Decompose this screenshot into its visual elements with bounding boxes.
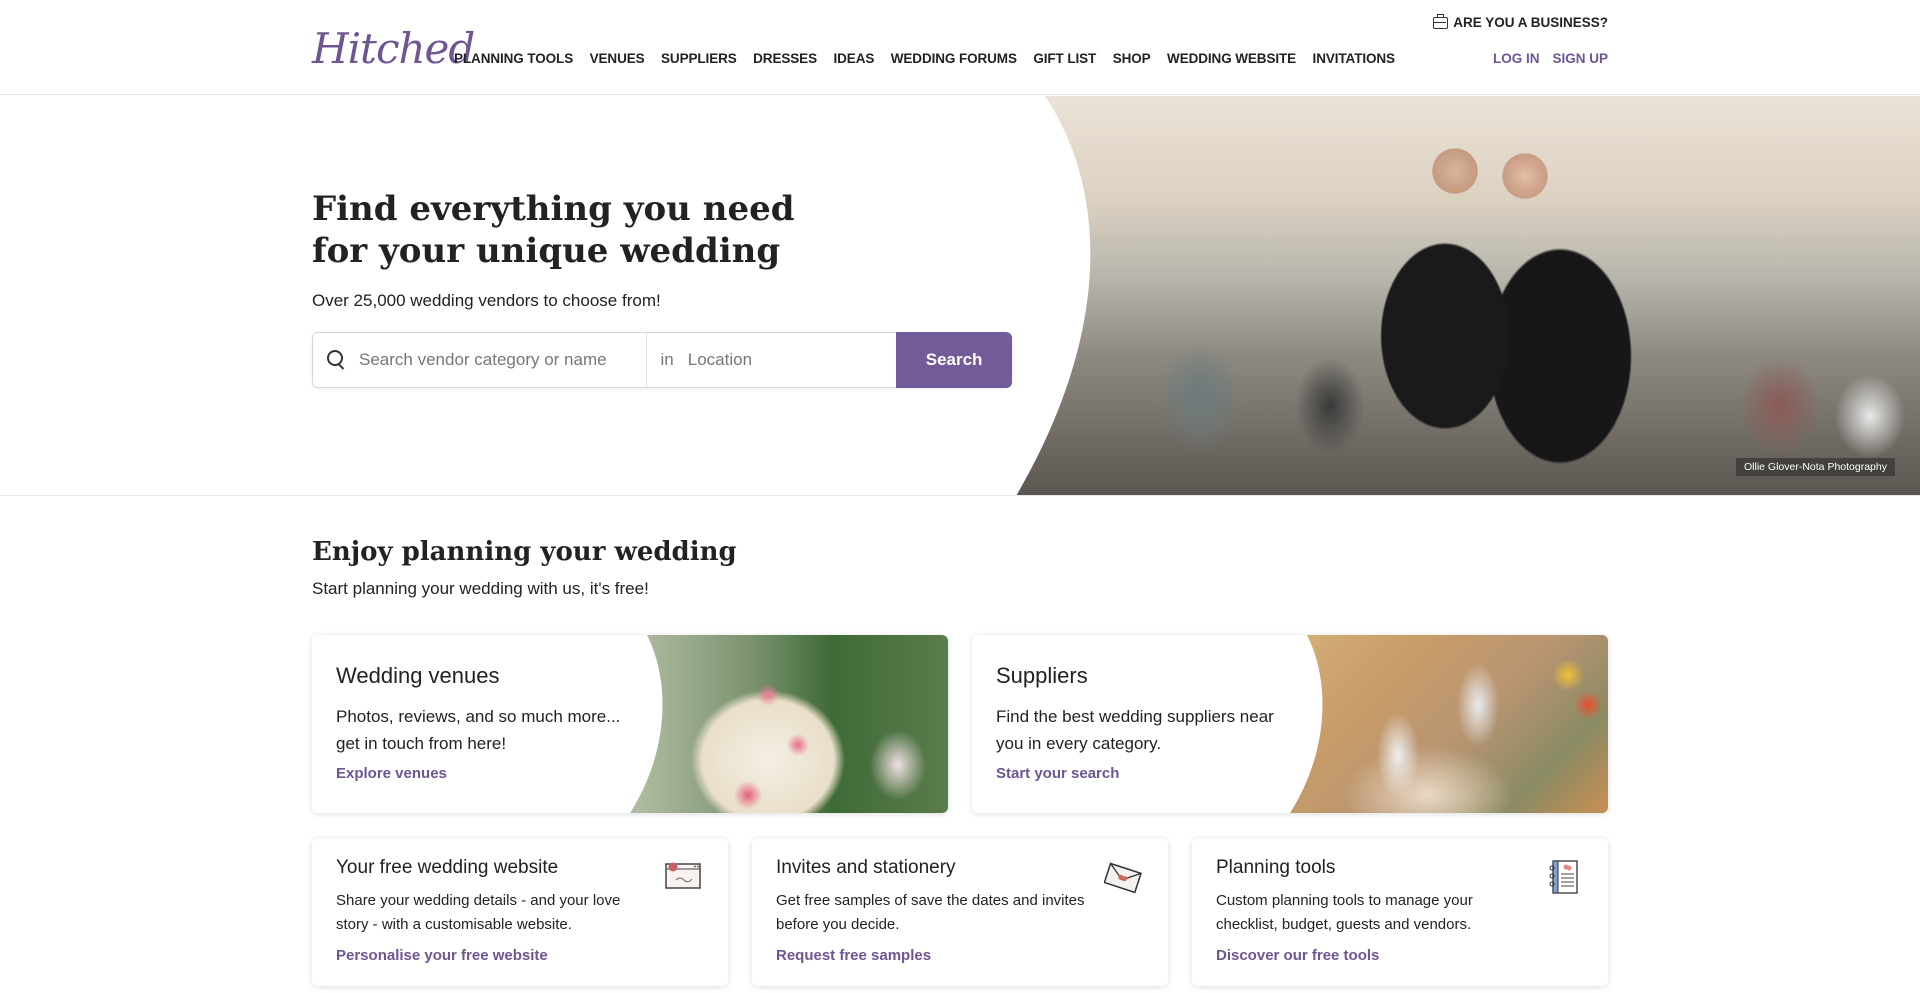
nav-venues[interactable]: VENUES [590,51,645,66]
request-samples-link[interactable]: Request free samples [776,947,931,964]
hitched-logo[interactable]: Hitched [312,28,475,70]
card-title: Suppliers [996,663,1088,688]
vendor-search-input[interactable] [359,333,639,387]
nav-shop[interactable]: SHOP [1113,51,1151,66]
business-link[interactable]: ARE YOU A BUSINESS? [1433,13,1608,30]
vendor-search-field [313,333,647,387]
card-title: Your free wedding website [336,857,559,878]
search-button[interactable]: Search [896,332,1012,388]
nav-wedding-forums[interactable]: WEDDING FORUMS [891,51,1017,66]
nav-planning-tools[interactable]: PLANNING TOOLS [454,51,573,66]
nav-dresses[interactable]: DRESSES [753,51,817,66]
planning-tools-card[interactable]: Planning tools Custom planning tools to … [1192,838,1608,986]
nav-suppliers[interactable]: SUPPLIERS [661,51,737,66]
envelope-icon [1104,862,1142,894]
card-text: Find the best wedding suppliers near you… [996,707,1274,753]
location-prefix: in [660,350,674,369]
notebook-icon [1549,860,1578,894]
briefcase-icon [1433,13,1449,29]
vendor-search-bar: in Search [312,332,1012,388]
card-text: Get free samples of save the dates and i… [776,892,1085,933]
card-text: Custom planning tools to manage your che… [1216,892,1473,933]
hero-title: Find everything you need for your unique… [312,189,795,271]
hero-section: Find everything you need for your unique… [0,96,1920,496]
business-link-label: ARE YOU A BUSINESS? [1453,15,1608,30]
search-icon [327,350,343,366]
discover-tools-link[interactable]: Discover our free tools [1216,947,1379,964]
nav-wedding-website[interactable]: WEDDING WEBSITE [1167,51,1296,66]
card-title: Planning tools [1216,857,1336,878]
location-input[interactable] [687,333,878,387]
website-icon [665,862,701,889]
hero-subtitle: Over 25,000 wedding vendors to choose fr… [312,291,661,310]
nav-ideas[interactable]: IDEAS [833,51,874,66]
main-nav: PLANNING TOOLS VENUES SUPPLIERS DRESSES … [454,51,1411,66]
invites-card[interactable]: Invites and stationery Get free samples … [752,838,1168,986]
site-header: Hitched PLANNING TOOLS VENUES SUPPLIERS … [0,0,1920,95]
card-text: Share your wedding details - and your lo… [336,892,621,933]
venues-card[interactable]: Wedding venues Photos, reviews, and so m… [312,635,948,813]
card-title: Wedding venues [336,663,500,688]
website-card[interactable]: Your free wedding website Share your wed… [312,838,728,986]
explore-venues-link[interactable]: Explore venues [336,765,447,782]
hero-photo [1000,96,1920,495]
location-field: in [647,333,897,387]
personalise-website-link[interactable]: Personalise your free website [336,947,548,964]
section-title: Enjoy planning your wedding [312,537,737,567]
signup-link[interactable]: SIGN UP [1552,51,1608,66]
suppliers-card[interactable]: Suppliers Find the best wedding supplier… [972,635,1608,813]
photo-credit: Ollie Glover-Nota Photography [1736,458,1895,476]
start-search-link[interactable]: Start your search [996,765,1119,782]
card-title: Invites and stationery [776,857,956,878]
card-text: Photos, reviews, and so much more... get… [336,707,621,753]
nav-gift-list[interactable]: GIFT LIST [1033,51,1096,66]
auth-links: LOG IN SIGN UP [1493,51,1608,66]
nav-invitations[interactable]: INVITATIONS [1313,51,1396,66]
login-link[interactable]: LOG IN [1493,51,1540,66]
section-subtitle: Start planning your wedding with us, it'… [312,579,649,598]
